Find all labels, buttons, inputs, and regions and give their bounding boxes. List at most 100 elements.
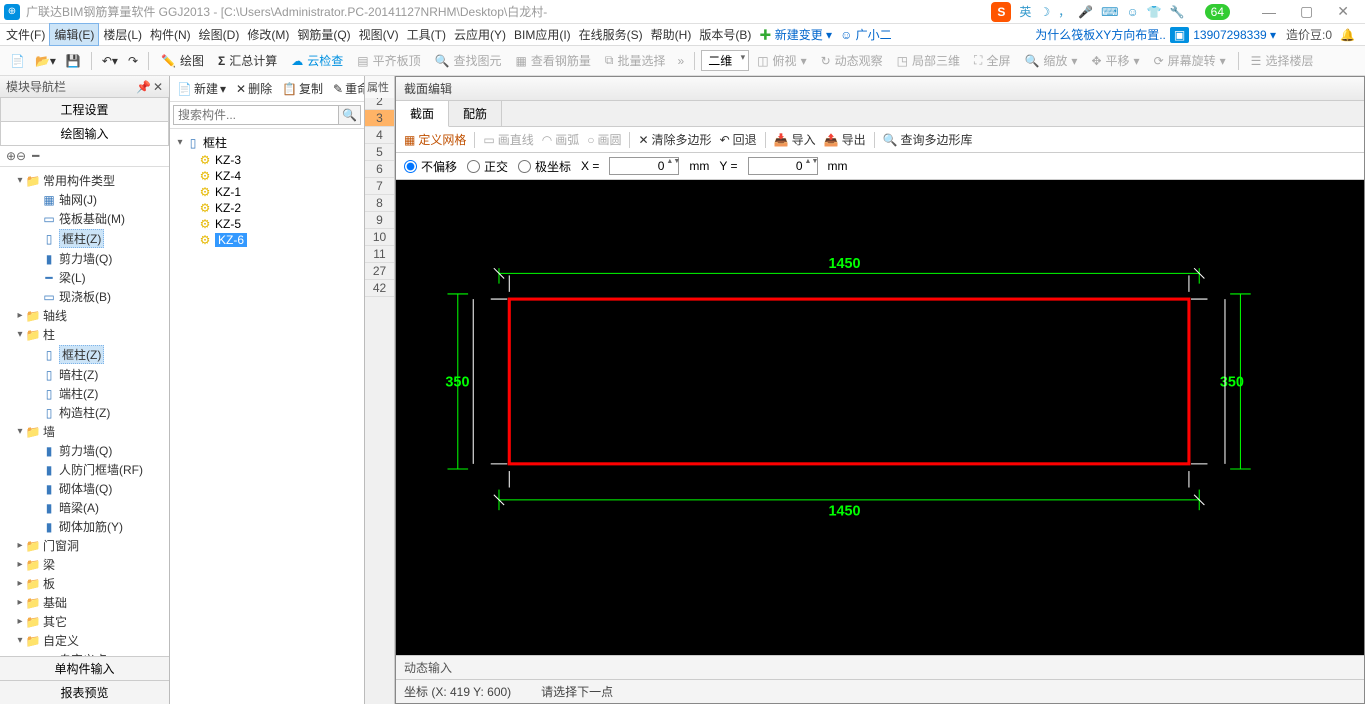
- badge[interactable]: 64: [1205, 4, 1230, 20]
- row-num[interactable]: 3: [365, 110, 394, 127]
- comp-item[interactable]: ⚙KZ-3: [174, 152, 360, 168]
- tree-node[interactable]: ▭筏板基础(M): [2, 209, 167, 228]
- draw-button[interactable]: ✏️绘图: [155, 50, 210, 71]
- tab-draw-input[interactable]: 绘图输入: [0, 122, 169, 146]
- draw-arc-button[interactable]: ◠ 画弧: [542, 131, 580, 148]
- tree-node[interactable]: ▸📁轴线: [2, 306, 167, 325]
- nav-tree[interactable]: ▾📁常用构件类型▦轴网(J)▭筏板基础(M)▯框柱(Z)▮剪力墙(Q)━梁(L)…: [0, 167, 169, 656]
- view-mode-dropdown[interactable]: 二维: [701, 50, 749, 71]
- tree-node[interactable]: ▾📁墙: [2, 422, 167, 441]
- comp-item[interactable]: ⚙KZ-2: [174, 200, 360, 216]
- menu-cloud[interactable]: 云应用(Y): [450, 24, 510, 45]
- row-num[interactable]: 42: [365, 280, 394, 297]
- comp-item[interactable]: ⚙KZ-6: [174, 232, 360, 248]
- top-view-button[interactable]: ◫ 俯视▾: [751, 50, 812, 71]
- bell-icon[interactable]: 🔔: [1340, 28, 1355, 42]
- new-file-button[interactable]: 📄: [6, 52, 29, 70]
- tree-node[interactable]: ▸📁其它: [2, 612, 167, 631]
- properties-tab[interactable]: 属性: [365, 76, 395, 98]
- save-button[interactable]: 💾: [62, 52, 85, 70]
- ime-face-icon[interactable]: ☺: [1127, 5, 1139, 19]
- menu-tip[interactable]: 为什么筏板XY方向布置..: [1031, 24, 1170, 45]
- row-num[interactable]: 9: [365, 212, 394, 229]
- cloud-check-button[interactable]: ☁ 云检查: [285, 50, 349, 71]
- rename-button[interactable]: ✎重命名: [330, 79, 364, 98]
- tab-section[interactable]: 截面: [396, 101, 449, 127]
- tree-node[interactable]: ▯构造柱(Z): [2, 403, 167, 422]
- row-num[interactable]: 5: [365, 144, 394, 161]
- batch-select-button[interactable]: ⧉ 批量选择: [599, 50, 672, 71]
- view-rebar-button[interactable]: ▦ 查看钢筋量: [510, 50, 597, 71]
- delete-button[interactable]: ✕删除: [233, 79, 275, 98]
- select-floor-button[interactable]: ☰ 选择楼层: [1245, 50, 1320, 71]
- menu-online[interactable]: 在线服务(S): [575, 24, 647, 45]
- comp-root[interactable]: ▾▯框柱: [174, 133, 360, 152]
- menu-modify[interactable]: 修改(M): [243, 24, 293, 45]
- sogou-icon[interactable]: S: [991, 2, 1011, 22]
- sum-calc-button[interactable]: Σ 汇总计算: [212, 50, 283, 71]
- tab-project-settings[interactable]: 工程设置: [0, 98, 169, 122]
- tree-node[interactable]: ▾📁常用构件类型: [2, 171, 167, 190]
- tree-node[interactable]: ▭现浇板(B): [2, 287, 167, 306]
- row-num[interactable]: 4: [365, 127, 394, 144]
- search-input[interactable]: [173, 105, 339, 125]
- tree-node[interactable]: ▮暗梁(A): [2, 498, 167, 517]
- tree-node[interactable]: ▾📁自定义: [2, 631, 167, 650]
- clear-polygon-button[interactable]: ✕ 清除多边形: [638, 131, 711, 148]
- menu-tools[interactable]: 工具(T): [403, 24, 450, 45]
- close-button[interactable]: ✕: [1325, 3, 1361, 20]
- component-tree[interactable]: ▾▯框柱⚙KZ-3⚙KZ-4⚙KZ-1⚙KZ-2⚙KZ-5⚙KZ-6: [170, 129, 364, 704]
- comp-item[interactable]: ⚙KZ-1: [174, 184, 360, 200]
- tree-node[interactable]: ▮人防门框墙(RF): [2, 460, 167, 479]
- rotate-button[interactable]: ⟳ 屏幕旋转▾: [1148, 50, 1232, 71]
- dynamic-view-button[interactable]: ↻ 动态观察: [815, 50, 889, 71]
- zoom-button[interactable]: 🔍 缩放▾: [1018, 50, 1083, 71]
- tree-node[interactable]: ▮剪力墙(Q): [2, 441, 167, 460]
- pin-icon[interactable]: 📌: [136, 80, 151, 94]
- opt-ortho[interactable]: 正交: [467, 158, 508, 175]
- tree-node[interactable]: ▮砌体加筋(Y): [2, 517, 167, 536]
- ime-shirt-icon[interactable]: 👕: [1147, 5, 1162, 19]
- tree-node[interactable]: ▸📁门窗洞: [2, 536, 167, 555]
- import-button[interactable]: 📥 导入: [774, 131, 816, 148]
- close-panel-icon[interactable]: ✕: [153, 80, 163, 94]
- menu-file[interactable]: 文件(F): [2, 24, 49, 45]
- tree-node[interactable]: ▯暗柱(Z): [2, 365, 167, 384]
- tree-node[interactable]: ▸📁梁: [2, 555, 167, 574]
- find-elem-button[interactable]: 🔍 查找图元: [429, 50, 508, 71]
- ime-comma-icon[interactable]: ，: [1058, 3, 1070, 20]
- menu-draw[interactable]: 绘图(D): [195, 24, 244, 45]
- menu-floor[interactable]: 楼层(L): [99, 24, 146, 45]
- tree-node[interactable]: ▦轴网(J): [2, 190, 167, 209]
- menu-new-change[interactable]: ✚ 新建变更 ▾: [755, 24, 836, 45]
- row-num[interactable]: 7: [365, 178, 394, 195]
- menu-bim[interactable]: BIM应用(I): [510, 24, 575, 45]
- canvas[interactable]: 1450 1450 350 350: [396, 180, 1364, 655]
- menu-help[interactable]: 帮助(H): [647, 24, 696, 45]
- pan-button[interactable]: ✥ 平移▾: [1085, 50, 1145, 71]
- tab-single-input[interactable]: 单构件输入: [0, 656, 169, 680]
- maximize-button[interactable]: ▢: [1288, 3, 1325, 20]
- search-button[interactable]: 🔍: [339, 105, 361, 125]
- menu-version[interactable]: 版本号(B): [695, 24, 755, 45]
- comp-item[interactable]: ⚙KZ-4: [174, 168, 360, 184]
- ime-keyboard-icon[interactable]: ⌨: [1101, 5, 1118, 19]
- tree-node[interactable]: ▮砌体墙(Q): [2, 479, 167, 498]
- undo-button[interactable]: ↶▾: [98, 52, 122, 70]
- row-num[interactable]: 8: [365, 195, 394, 212]
- copy-button[interactable]: 📋复制: [279, 79, 326, 98]
- row-num[interactable]: 6: [365, 161, 394, 178]
- fullscreen-button[interactable]: ⛶ 全屏: [968, 50, 1016, 71]
- row-num[interactable]: 11: [365, 246, 394, 263]
- menu-user[interactable]: ☺ 广小二: [836, 24, 896, 45]
- tree-node[interactable]: ▸📁基础: [2, 593, 167, 612]
- tree-node[interactable]: ▯框柱(Z): [2, 344, 167, 365]
- menu-rebar[interactable]: 钢筋量(Q): [293, 24, 354, 45]
- ime-moon-icon[interactable]: ☽: [1039, 5, 1050, 19]
- define-grid-button[interactable]: ▦ 定义网格: [404, 131, 466, 148]
- ime-wrench-icon[interactable]: 🔧: [1170, 5, 1185, 19]
- redo-button[interactable]: ↷: [124, 52, 142, 70]
- ime-lang[interactable]: 英: [1019, 3, 1031, 20]
- tree-node[interactable]: ▯端柱(Z): [2, 384, 167, 403]
- export-button[interactable]: 📤 导出: [824, 131, 866, 148]
